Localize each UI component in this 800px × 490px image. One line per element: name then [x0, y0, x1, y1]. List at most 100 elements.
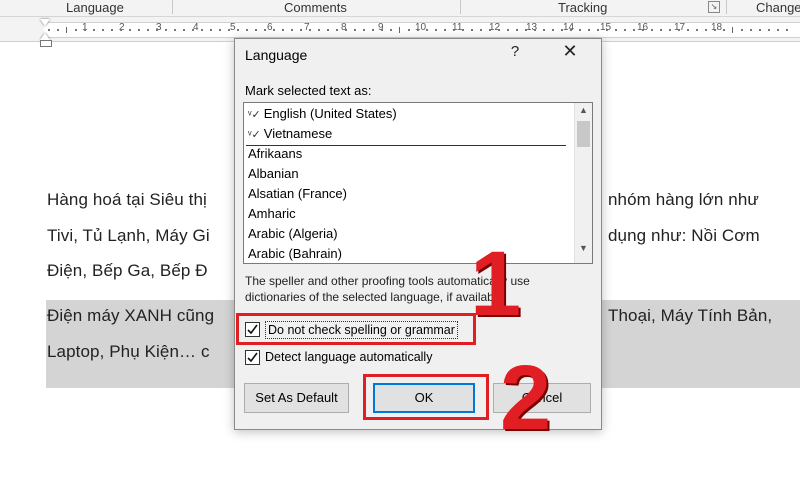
ruler-mark [156, 29, 158, 31]
list-item[interactable]: Alsatian (France) [248, 184, 347, 204]
ruler-mark [165, 29, 167, 31]
ruler-mark [435, 29, 437, 31]
detect-language-checkbox-row[interactable]: Detect language automatically [245, 349, 475, 367]
list-item[interactable]: ᵛ✓ English (United States) [248, 104, 397, 124]
ribbon-separator [726, 0, 727, 14]
set-as-default-button[interactable]: Set As Default [244, 383, 349, 413]
ruler-mark [408, 29, 410, 31]
language-listbox[interactable]: ᵛ✓ English (United States) ᵛ✓ Vietnamese A… [243, 102, 593, 264]
ribbon-separator [172, 0, 173, 14]
ruler-mark [471, 29, 473, 31]
list-item[interactable]: Albanian [248, 164, 299, 184]
ruler-number: 15 [600, 22, 612, 33]
ruler-number: 18 [711, 22, 723, 33]
ruler-mark [498, 29, 500, 31]
ruler-mark [399, 27, 400, 33]
list-item[interactable]: Amharic [248, 204, 296, 224]
scroll-thumb[interactable] [577, 121, 590, 147]
ruler-mark [246, 29, 248, 31]
checkmark-icon [247, 352, 258, 363]
ruler-mark [696, 29, 698, 31]
doc-line: Hàng hoá tại Siêu thị [47, 190, 207, 209]
ruler-mark [687, 29, 689, 31]
ruler-mark [480, 29, 482, 31]
help-button[interactable]: ? [505, 43, 525, 60]
ruler-mark [651, 29, 653, 31]
ruler-mark [525, 29, 527, 31]
ruler-mark [606, 29, 608, 31]
ruler-mark [777, 29, 779, 31]
hanging-indent-marker[interactable] [40, 33, 50, 40]
ruler-mark [570, 29, 572, 31]
ruler-mark [120, 29, 122, 31]
ruler-mark [750, 29, 752, 31]
ruler-mark [552, 29, 554, 31]
ruler-mark [336, 29, 338, 31]
ruler-number: 4 [193, 22, 199, 33]
scroll-down-icon[interactable]: ▼ [575, 243, 592, 253]
ruler-mark [669, 29, 671, 31]
horizontal-ruler[interactable]: 1 2 3 4 5 6 7 8 9 10 11 12 13 14 15 16 17 18 [44, 22, 800, 38]
ruler-mark [723, 29, 725, 31]
ruler-mark [372, 29, 374, 31]
listbox-scrollbar[interactable]: ▲ ▼ [574, 103, 592, 263]
ruler-mark [129, 29, 131, 31]
doc-line: nhóm hàng lớn như [608, 190, 759, 209]
scroll-up-icon[interactable]: ▲ [575, 105, 592, 115]
ruler-number: 12 [489, 22, 501, 33]
ruler-mark [138, 29, 140, 31]
ruler-mark [624, 29, 626, 31]
detect-language-checkbox[interactable] [245, 350, 260, 365]
ruler-mark [507, 29, 509, 31]
list-item[interactable]: Arabic (Algeria) [248, 224, 338, 244]
ruler-mark [633, 29, 635, 31]
detect-language-label: Detect language automatically [265, 350, 433, 364]
annotation-step-2: 2 [500, 347, 552, 449]
ruler-mark [516, 29, 518, 31]
ribbon-group-tracking: Tracking [558, 0, 608, 15]
ruler-mark [147, 29, 149, 31]
list-item[interactable]: ᵛ✓ Vietnamese [248, 124, 332, 144]
ribbon-group-language: Language [66, 0, 124, 15]
ruler-mark [732, 27, 733, 33]
doc-line: Điện máy XANH cũng [47, 306, 215, 325]
list-item[interactable]: Arabic (Bahrain) [248, 244, 342, 263]
ruler-mark [264, 29, 266, 31]
left-indent-marker[interactable] [40, 40, 52, 47]
dialog-launcher-icon[interactable]: ↘ [708, 1, 720, 13]
ruler-mark [273, 29, 275, 31]
ruler-number: 14 [563, 22, 575, 33]
ruler-mark [705, 29, 707, 31]
doc-line: Laptop, Phụ Kiện… c [47, 342, 210, 361]
ruler-mark [345, 29, 347, 31]
ruler-mark [390, 29, 392, 31]
ruler-mark [615, 29, 617, 31]
ruler-number: 7 [304, 22, 310, 33]
ruler-mark [588, 29, 590, 31]
doc-line: Thoại, Máy Tính Bản, [608, 306, 773, 325]
dialog-title: Language [245, 47, 308, 63]
ruler-mark [462, 29, 464, 31]
ruler-number: 17 [674, 22, 686, 33]
ruler-mark [183, 29, 185, 31]
first-line-indent-marker[interactable] [40, 19, 50, 26]
ruler-number: 9 [378, 22, 384, 33]
close-button[interactable]: ✕ [559, 41, 581, 62]
ruler-mark [453, 29, 455, 31]
ribbon-group-labels: Language Comments Tracking ↘ Change [0, 0, 800, 17]
proofing-info-text: The speller and other proofing tools aut… [245, 274, 530, 304]
ruler-mark [417, 29, 419, 31]
ruler-mark [228, 29, 230, 31]
list-item[interactable]: Afrikaans [248, 144, 302, 164]
ruler-mark [642, 29, 644, 31]
ruler-mark [291, 29, 293, 31]
ruler-mark [300, 29, 302, 31]
ruler-mark [714, 29, 716, 31]
ruler-mark [543, 29, 545, 31]
ribbon-group-comments: Comments [284, 0, 347, 15]
ruler-mark [327, 29, 329, 31]
spellcheck-icon: ᵛ✓ [248, 109, 261, 121]
ruler-mark [309, 29, 311, 31]
ruler-mark [102, 29, 104, 31]
ruler-mark [534, 29, 536, 31]
